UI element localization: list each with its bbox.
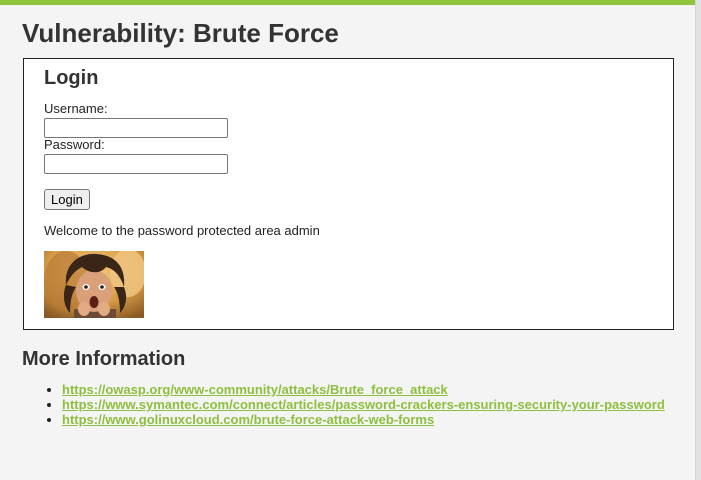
golinuxcloud-brute-force-link[interactable]: https://www.golinuxcloud.com/brute-force… [62, 412, 434, 427]
page-background: Vulnerability: Brute Force Login Usernam… [0, 0, 695, 480]
list-item: https://www.symantec.com/connect/article… [62, 397, 665, 412]
more-information-links: https://owasp.org/www-community/attacks/… [22, 382, 665, 427]
list-item: https://owasp.org/www-community/attacks/… [62, 382, 665, 397]
username-input[interactable] [44, 118, 228, 138]
username-label: Username: [44, 101, 108, 116]
password-input[interactable] [44, 154, 228, 174]
list-item: https://www.golinuxcloud.com/brute-force… [62, 412, 665, 427]
top-accent-bar [0, 0, 695, 5]
owasp-brute-force-link[interactable]: https://owasp.org/www-community/attacks/… [62, 382, 448, 397]
symantec-password-crackers-link[interactable]: https://www.symantec.com/connect/article… [62, 397, 665, 412]
welcome-message: Welcome to the password protected area a… [44, 223, 320, 238]
password-label: Password: [44, 137, 105, 152]
login-heading: Login [44, 67, 99, 89]
login-panel: Login Username: Password: Login Welcome … [23, 58, 674, 330]
window-right-edge-line [695, 0, 696, 480]
more-information-heading: More Information [22, 348, 186, 370]
login-button[interactable]: Login [44, 189, 90, 210]
user-avatar-image [44, 251, 144, 318]
page-title: Vulnerability: Brute Force [22, 18, 339, 48]
